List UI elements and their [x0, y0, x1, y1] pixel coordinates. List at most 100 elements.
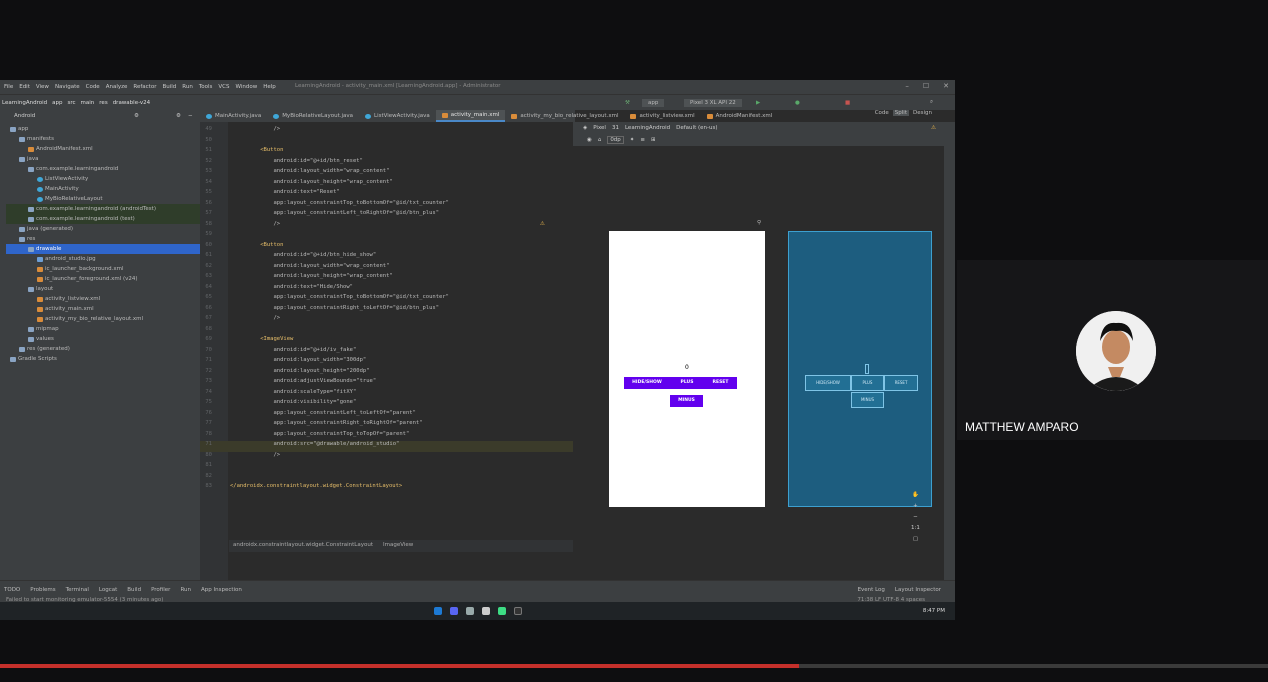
tree-item[interactable]: com.example.learningandroid (test)	[6, 214, 200, 224]
breadcrumb-res[interactable]: res	[99, 100, 107, 106]
breadcrumb-src[interactable]: src	[68, 100, 76, 106]
editor-tab[interactable]: MainActivity.java	[200, 110, 267, 122]
stop-icon[interactable]: ■	[845, 100, 850, 106]
tree-item[interactable]: ic_launcher_background.xml	[6, 264, 200, 274]
code-line[interactable]: 51 <Button	[200, 147, 573, 158]
code-line[interactable]: 61 android:id="@+id/btn_hide_show"	[200, 252, 573, 263]
tree-item[interactable]: java (generated)	[6, 224, 200, 234]
code-line[interactable]: 57 app:layout_constraintLeft_toRightOf="…	[200, 210, 573, 221]
menu-vcs[interactable]: VCS	[218, 84, 229, 90]
zoom-out-button[interactable]: −	[913, 514, 918, 520]
code-line[interactable]: 70 android:id="@+id/iv_fake"	[200, 347, 573, 358]
align-icon[interactable]: ≡	[640, 137, 645, 143]
margin-select[interactable]: 0dp	[607, 136, 624, 144]
bottom-tab-build[interactable]: Build	[127, 587, 141, 593]
run-config-select[interactable]: app	[642, 98, 665, 107]
app-icon[interactable]	[465, 607, 474, 615]
menu-code[interactable]: Code	[86, 84, 100, 90]
bottom-tab-terminal[interactable]: Terminal	[66, 587, 89, 593]
discord-icon[interactable]	[449, 607, 458, 615]
code-line[interactable]: 58 />	[200, 221, 573, 232]
editor-tab[interactable]: activity_my_bio_relative_layout.xml	[505, 110, 624, 122]
close-button[interactable]: ✕	[943, 82, 949, 90]
code-line[interactable]: 52 android:id="@+id/btn_reset"	[200, 158, 573, 169]
palette-icon[interactable]: ◈	[583, 125, 587, 131]
bottom-tab-problems[interactable]: Problems	[30, 587, 55, 593]
blueprint-minus-button[interactable]: MINUS	[851, 392, 884, 408]
tree-item[interactable]: activity_listview.xml	[6, 294, 200, 304]
editor-tab[interactable]: activity_listview.xml	[624, 110, 700, 122]
code-line[interactable]: 71 android:src="@drawable/android_studio…	[200, 441, 573, 452]
gear-icon[interactable]: ⚙	[134, 113, 139, 119]
breadcrumb-main[interactable]: main	[81, 100, 95, 106]
menu-edit[interactable]: Edit	[19, 84, 30, 90]
code-mode-button[interactable]: Code	[875, 110, 889, 116]
layout-inspector-tab[interactable]: Layout Inspector	[895, 587, 941, 593]
bottom-tab-profiler[interactable]: Profiler	[151, 587, 170, 593]
eye-icon[interactable]: ◉	[587, 137, 592, 143]
tree-item[interactable]: Gradle Scripts	[6, 354, 200, 364]
code-line[interactable]: 69 <ImageView	[200, 336, 573, 347]
code-line[interactable]: 75 android:visibility="gone"	[200, 399, 573, 410]
menu-tools[interactable]: Tools	[199, 84, 213, 90]
tree-item[interactable]: activity_my_bio_relative_layout.xml	[6, 314, 200, 324]
editor-tab[interactable]: activity_main.xml	[435, 110, 506, 122]
terminal-icon[interactable]	[513, 607, 522, 615]
blueprint-preview[interactable]: HIDE/SHOW PLUS RESET MINUS	[788, 231, 932, 507]
device-select[interactable]: Pixel	[593, 125, 606, 131]
menu-build[interactable]: Build	[162, 84, 176, 90]
menu-view[interactable]: View	[36, 84, 49, 90]
design-preview[interactable]: 0 HIDE/SHOW PLUS RESET MINUS	[609, 231, 765, 507]
tree-item[interactable]: ic_launcher_foreground.xml (v24)	[6, 274, 200, 284]
code-line[interactable]: 67 />	[200, 315, 573, 326]
maximize-button[interactable]: ☐	[923, 82, 929, 90]
code-line[interactable]: 72 android:layout_height="200dp"	[200, 368, 573, 379]
code-line[interactable]: 50	[200, 137, 573, 148]
code-line[interactable]: 66 app:layout_constraintRight_toLeftOf="…	[200, 305, 573, 316]
tree-item[interactable]: MainActivity	[6, 184, 200, 194]
breadcrumb-constraintlayout[interactable]: androidx.constraintlayout.widget.Constra…	[233, 542, 373, 550]
bottom-tab-app-inspection[interactable]: App Inspection	[201, 587, 242, 593]
fit-screen-icon[interactable]: ▢	[913, 536, 918, 542]
edge-icon[interactable]	[433, 607, 442, 615]
blueprint-reset-button[interactable]: RESET	[884, 375, 918, 391]
tree-item[interactable]: manifests	[6, 134, 200, 144]
tree-item[interactable]: mipmap	[6, 324, 200, 334]
split-mode-button[interactable]: Split	[892, 110, 909, 116]
editor-tab[interactable]: ListViewActivity.java	[359, 110, 436, 122]
code-line[interactable]: 74 android:scaleType="fitXY"	[200, 389, 573, 400]
code-line[interactable]: 63 android:layout_height="wrap_content"	[200, 273, 573, 284]
code-line[interactable]: 60 <Button	[200, 242, 573, 253]
tree-item[interactable]: android_studio.jpg	[6, 254, 200, 264]
menu-navigate[interactable]: Navigate	[55, 84, 80, 90]
theme-select[interactable]: LearningAndroid	[625, 125, 670, 131]
bottom-tab-logcat[interactable]: Logcat	[99, 587, 117, 593]
api-select[interactable]: 31	[612, 125, 619, 131]
menu-analyze[interactable]: Analyze	[106, 84, 128, 90]
editor-tab[interactable]: MyBioRelativeLayout.java	[267, 110, 359, 122]
menu-run[interactable]: Run	[182, 84, 193, 90]
code-line[interactable]: 76 app:layout_constraintLeft_toLeftOf="p…	[200, 410, 573, 421]
editor-tab[interactable]: AndroidManifest.xml	[701, 110, 779, 122]
reset-button[interactable]: RESET	[704, 377, 737, 389]
blueprint-plus-button[interactable]: PLUS	[851, 375, 884, 391]
tree-item[interactable]: res (generated)	[6, 344, 200, 354]
tree-item[interactable]: values	[6, 334, 200, 344]
code-line[interactable]: 53 android:layout_width="wrap_content"	[200, 168, 573, 179]
tree-item[interactable]: AndroidManifest.xml	[6, 144, 200, 154]
minus-button[interactable]: MINUS	[670, 395, 703, 407]
tree-item[interactable]: ListViewActivity	[6, 174, 200, 184]
bottom-tab-todo[interactable]: TODO	[4, 587, 20, 593]
code-line[interactable]: 73 android:adjustViewBounds="true"	[200, 378, 573, 389]
android-studio-icon[interactable]	[497, 607, 506, 615]
device-select[interactable]: Pixel 3 XL API 22	[684, 98, 742, 107]
video-progress-bar[interactable]	[0, 664, 1268, 668]
code-line[interactable]: 78 app:layout_constraintTop_toTopOf="par…	[200, 431, 573, 442]
zoom-reset-button[interactable]: 1:1	[911, 525, 920, 531]
hide-show-button[interactable]: HIDE/SHOW	[624, 377, 670, 389]
tree-item[interactable]: MyBioRelativeLayout	[6, 194, 200, 204]
code-line[interactable]: 65 app:layout_constraintTop_toBottomOf="…	[200, 294, 573, 305]
code-line[interactable]: 80 />	[200, 452, 573, 463]
search-icon[interactable]: ⌕	[930, 99, 933, 106]
wand-icon[interactable]: ✦	[630, 137, 635, 143]
